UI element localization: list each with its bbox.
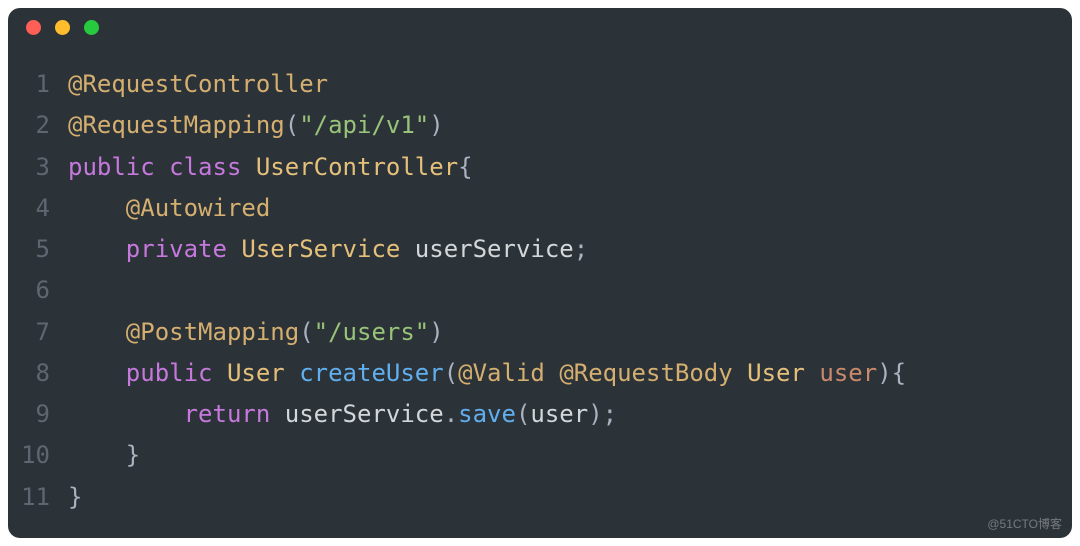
code-token: . [444,400,458,428]
code-token: ){ [877,359,906,387]
code-token: @Valid [458,359,545,387]
code-token: ( [516,400,530,428]
code-token: @Autowired [126,194,271,222]
code-token: } [68,483,82,511]
maximize-icon[interactable] [84,20,99,35]
code-content: @RequestController [68,64,328,105]
code-editor-window: 1@RequestController2@RequestMapping("/ap… [8,8,1072,538]
code-line: 8 public User createUser(@Valid @Request… [8,353,1072,394]
code-line: 1@RequestController [8,64,1072,105]
line-number: 4 [8,188,68,229]
line-number: 9 [8,394,68,435]
code-line: 9 return userService.save(user); [8,394,1072,435]
code-content: @RequestMapping("/api/v1") [68,105,444,146]
code-token [733,359,747,387]
code-token [68,194,126,222]
code-token [805,359,819,387]
code-token: @RequestMapping [68,111,285,139]
code-content: public User createUser(@Valid @RequestBo… [68,353,906,394]
code-token [68,400,184,428]
code-token [155,153,169,181]
code-token: public [68,153,155,181]
code-token: userService [270,400,443,428]
code-token: ; [574,235,588,263]
code-token: private [126,235,227,263]
code-content: return userService.save(user); [68,394,617,435]
code-token: "/api/v1" [299,111,429,139]
code-token [68,318,126,346]
code-token: userService [400,235,573,263]
code-line: 10 } [8,435,1072,476]
code-content: } [68,477,82,518]
code-token: User [747,359,805,387]
code-token: UserController [256,153,458,181]
line-number: 10 [8,435,68,476]
code-token: } [126,441,140,469]
code-token: @RequestBody [559,359,732,387]
code-token: ) [429,318,443,346]
code-content: } [68,435,140,476]
code-content: public class UserController{ [68,147,473,188]
code-token: @PostMapping [126,318,299,346]
code-token: @RequestController [68,70,328,98]
code-line: 11} [8,477,1072,518]
code-token: return [184,400,271,428]
watermark-text: @51CTO博客 [987,515,1062,532]
code-token [68,441,126,469]
code-line: 7 @PostMapping("/users") [8,312,1072,353]
code-token: createUser [299,359,444,387]
code-token: user [819,359,877,387]
line-number: 7 [8,312,68,353]
code-content: @Autowired [68,188,270,229]
close-icon[interactable] [26,20,41,35]
line-number: 3 [8,147,68,188]
line-number: 6 [8,270,68,311]
code-token: user [530,400,588,428]
code-token: { [458,153,472,181]
line-number: 1 [8,64,68,105]
line-number: 11 [8,477,68,518]
code-token [241,153,255,181]
code-line: 2@RequestMapping("/api/v1") [8,105,1072,146]
line-number: 2 [8,105,68,146]
code-content: private UserService userService; [68,229,588,270]
code-line: 6 [8,270,1072,311]
code-token: User [227,359,285,387]
code-token: ( [444,359,458,387]
code-token [285,359,299,387]
code-token: "/users" [314,318,430,346]
code-line: 5 private UserService userService; [8,229,1072,270]
code-content: @PostMapping("/users") [68,312,444,353]
code-token: ( [299,318,313,346]
code-token [68,359,126,387]
code-token: class [169,153,241,181]
code-token [68,235,126,263]
code-token: save [458,400,516,428]
code-token: ) [429,111,443,139]
line-number: 5 [8,229,68,270]
code-token [227,235,241,263]
line-number: 8 [8,353,68,394]
code-line: 4 @Autowired [8,188,1072,229]
code-token [213,359,227,387]
code-token: ( [285,111,299,139]
code-token: public [126,359,213,387]
minimize-icon[interactable] [55,20,70,35]
code-token: ); [588,400,617,428]
code-line: 3public class UserController{ [8,147,1072,188]
code-token: UserService [241,235,400,263]
code-token [545,359,559,387]
window-titlebar [8,8,1072,46]
code-area: 1@RequestController2@RequestMapping("/ap… [8,46,1072,530]
